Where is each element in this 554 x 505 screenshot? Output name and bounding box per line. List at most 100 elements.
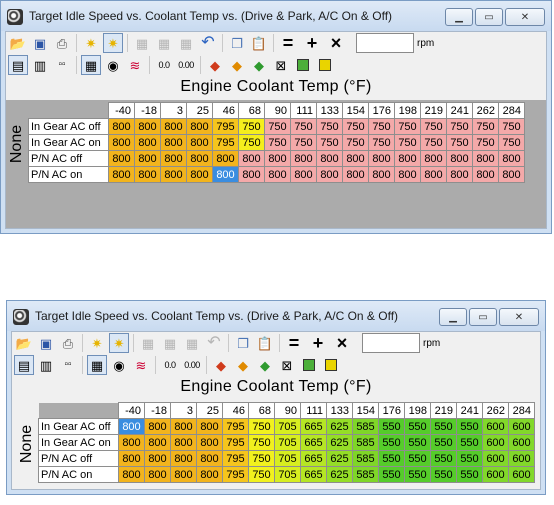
rpm-input[interactable] <box>362 333 420 353</box>
table-cell[interactable]: 625 <box>326 434 353 451</box>
table-cell[interactable]: 800 <box>134 134 161 151</box>
row-header[interactable]: P/N AC on <box>38 466 119 483</box>
column-header[interactable]: 3 <box>170 402 197 419</box>
table-cell[interactable]: 705 <box>274 450 301 467</box>
table-cell[interactable]: 705 <box>274 466 301 483</box>
graph-icon[interactable]: ◉ <box>109 355 129 375</box>
save-icon[interactable]: ▣ <box>36 333 56 353</box>
table-cell[interactable]: 800 <box>186 134 213 151</box>
table-cell[interactable]: 750 <box>446 134 473 151</box>
table-cell[interactable]: 665 <box>300 466 327 483</box>
table-cell[interactable]: 705 <box>274 434 301 451</box>
open-folder-icon[interactable]: 📂 <box>8 33 28 53</box>
table-cell[interactable]: 800 <box>498 166 525 183</box>
table-cell[interactable]: 585 <box>352 434 379 451</box>
table-cell[interactable]: 800 <box>212 150 239 167</box>
column-header[interactable]: -40 <box>118 402 145 419</box>
table-cell[interactable]: 800 <box>118 434 145 451</box>
table-cell[interactable]: 750 <box>238 118 265 135</box>
rpm-input[interactable] <box>356 33 414 53</box>
table-cell[interactable]: 750 <box>290 118 317 135</box>
title-bar[interactable]: Target Idle Speed vs. Coolant Temp vs. (… <box>1 1 551 31</box>
row-header[interactable]: In Gear AC on <box>28 134 109 151</box>
grid-icon[interactable]: ▫▫ <box>52 55 72 75</box>
increment-icon[interactable]: 0.0 <box>154 55 174 75</box>
row-header[interactable]: In Gear AC off <box>38 418 119 435</box>
star-icon[interactable]: ✷ <box>87 333 107 353</box>
range-icon[interactable] <box>321 355 341 375</box>
table-view-icon[interactable]: ▤ <box>14 355 34 375</box>
star-pressed-icon[interactable]: ✷ <box>109 333 129 353</box>
table-cell[interactable]: 800 <box>186 118 213 135</box>
table-cell[interactable]: 750 <box>498 134 525 151</box>
star-icon[interactable]: ✷ <box>81 33 101 53</box>
equals-button[interactable]: = <box>284 333 304 354</box>
column-header[interactable]: -40 <box>108 102 135 119</box>
table-cell[interactable]: 800 <box>290 166 317 183</box>
table-cell[interactable]: 600 <box>508 418 535 435</box>
row-header[interactable]: P/N AC off <box>28 150 109 167</box>
table-cell[interactable]: 600 <box>508 434 535 451</box>
table-cell[interactable]: 550 <box>456 450 483 467</box>
table-cell[interactable]: 800 <box>316 166 343 183</box>
table-cell[interactable]: 800 <box>394 150 421 167</box>
multiply-button[interactable]: × <box>332 333 352 354</box>
table-cell[interactable]: 800 <box>134 166 161 183</box>
table-cell[interactable]: 600 <box>508 466 535 483</box>
table-cell[interactable]: 800 <box>144 450 171 467</box>
table-cell[interactable]: 600 <box>482 434 509 451</box>
table-cell[interactable]: 750 <box>342 134 369 151</box>
table-cell[interactable]: 550 <box>430 434 457 451</box>
maximize-button[interactable]: ▭ <box>469 308 497 326</box>
grid-icon[interactable]: ▫▫ <box>58 355 78 375</box>
range-icon[interactable] <box>315 55 335 75</box>
table-cell[interactable]: 600 <box>482 466 509 483</box>
table-cell[interactable]: 800 <box>118 466 145 483</box>
row-header[interactable]: P/N AC on <box>28 166 109 183</box>
decrement-icon[interactable]: 0.00 <box>182 355 202 375</box>
fit-icon[interactable]: ⊠ <box>277 355 297 375</box>
table-cell[interactable]: 665 <box>300 418 327 435</box>
add-button[interactable]: + <box>308 333 328 354</box>
table-cell[interactable]: 800 <box>108 118 135 135</box>
undo-icon[interactable]: ↶ <box>204 333 224 353</box>
copy-table-icon[interactable]: ▦ <box>132 33 152 53</box>
column-header[interactable]: 46 <box>222 402 249 419</box>
table-cell[interactable]: 750 <box>472 118 499 135</box>
column-header[interactable]: 3 <box>160 102 187 119</box>
table-cell[interactable]: 550 <box>430 450 457 467</box>
column-header[interactable]: 90 <box>264 102 291 119</box>
table-cell[interactable]: 750 <box>264 134 291 151</box>
minimize-button[interactable]: ▁ <box>439 308 467 326</box>
table-cell[interactable]: 550 <box>404 450 431 467</box>
table-cell[interactable]: 750 <box>446 118 473 135</box>
save-icon[interactable]: ▣ <box>30 33 50 53</box>
table-cell[interactable]: 750 <box>316 118 343 135</box>
table-cell[interactable]: 795 <box>222 466 249 483</box>
table-cell[interactable]: 800 <box>342 166 369 183</box>
table-cell[interactable]: 800 <box>108 150 135 167</box>
3d-view-icon[interactable]: ▦ <box>87 355 107 375</box>
column-header[interactable]: 176 <box>368 102 395 119</box>
maximize-button[interactable]: ▭ <box>475 8 503 26</box>
equals-button[interactable]: = <box>278 33 298 54</box>
table-cell[interactable]: 800 <box>196 434 223 451</box>
compare-icon[interactable]: ▦ <box>176 33 196 53</box>
table-cell[interactable]: 585 <box>352 450 379 467</box>
table-cell[interactable]: 800 <box>160 118 187 135</box>
table-cell[interactable]: 800 <box>170 418 197 435</box>
table-cell[interactable]: 800 <box>264 166 291 183</box>
table-cell[interactable]: 550 <box>404 418 431 435</box>
column-header[interactable]: 90 <box>274 402 301 419</box>
table-cell[interactable]: 800 <box>160 150 187 167</box>
table-cell[interactable]: 800 <box>264 150 291 167</box>
column-header[interactable]: 111 <box>300 402 327 419</box>
table-cell[interactable]: 750 <box>394 118 421 135</box>
table-cell[interactable]: 800 <box>144 466 171 483</box>
table-cell[interactable]: 750 <box>472 134 499 151</box>
undo-icon[interactable]: ↶ <box>198 33 218 53</box>
scale-icon[interactable] <box>299 355 319 375</box>
print-icon[interactable]: ⎙ <box>52 33 72 53</box>
table-cell[interactable]: 750 <box>420 118 447 135</box>
close-button[interactable]: ✕ <box>499 308 539 326</box>
